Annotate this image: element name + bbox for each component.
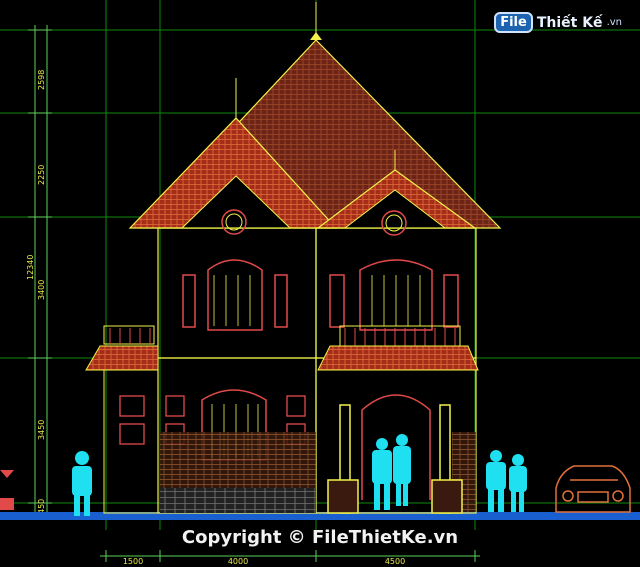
left-wing — [85, 325, 159, 514]
dim-v-1: 2598 — [37, 70, 46, 90]
balcony — [339, 325, 461, 347]
horizontal-dimension-texts: 1500 4000 4500 — [123, 557, 405, 566]
stone-base — [160, 488, 316, 513]
watermark-logo: File Thiết Kế .vn — [494, 12, 622, 33]
dim-h-2: 4000 — [228, 557, 248, 566]
copyright-text: Copyright © FileThietKe.vn — [181, 527, 459, 548]
watermark-name: Thiết Kế — [536, 14, 603, 31]
level-markers — [0, 470, 14, 510]
dim-v-4: 3450 — [37, 420, 46, 440]
vertical-dimension-texts: 2598 2250 3400 3450 12340 450 — [26, 70, 46, 514]
dim-h-3: 4500 — [385, 557, 405, 566]
people-couple — [372, 434, 411, 510]
person-icon — [72, 451, 92, 516]
dim-v-6: 450 — [37, 499, 46, 514]
dim-v-2: 2250 — [37, 165, 46, 185]
dim-h-1: 1500 — [123, 557, 143, 566]
dim-v-5: 12340 — [26, 255, 35, 280]
brick-base — [160, 432, 316, 490]
watermark-domain: .vn — [606, 17, 622, 28]
car-icon — [555, 465, 631, 513]
watermark-badge: File — [494, 12, 533, 33]
window-icon — [182, 259, 288, 331]
upper-window-right — [329, 259, 459, 331]
cad-drawing-canvas: 2598 2250 3400 3450 12340 450 1500 4000 … — [0, 0, 640, 566]
horizontal-dimension-line — [100, 550, 480, 562]
dim-v-3: 3400 — [37, 280, 46, 300]
porch-roof — [317, 345, 479, 371]
